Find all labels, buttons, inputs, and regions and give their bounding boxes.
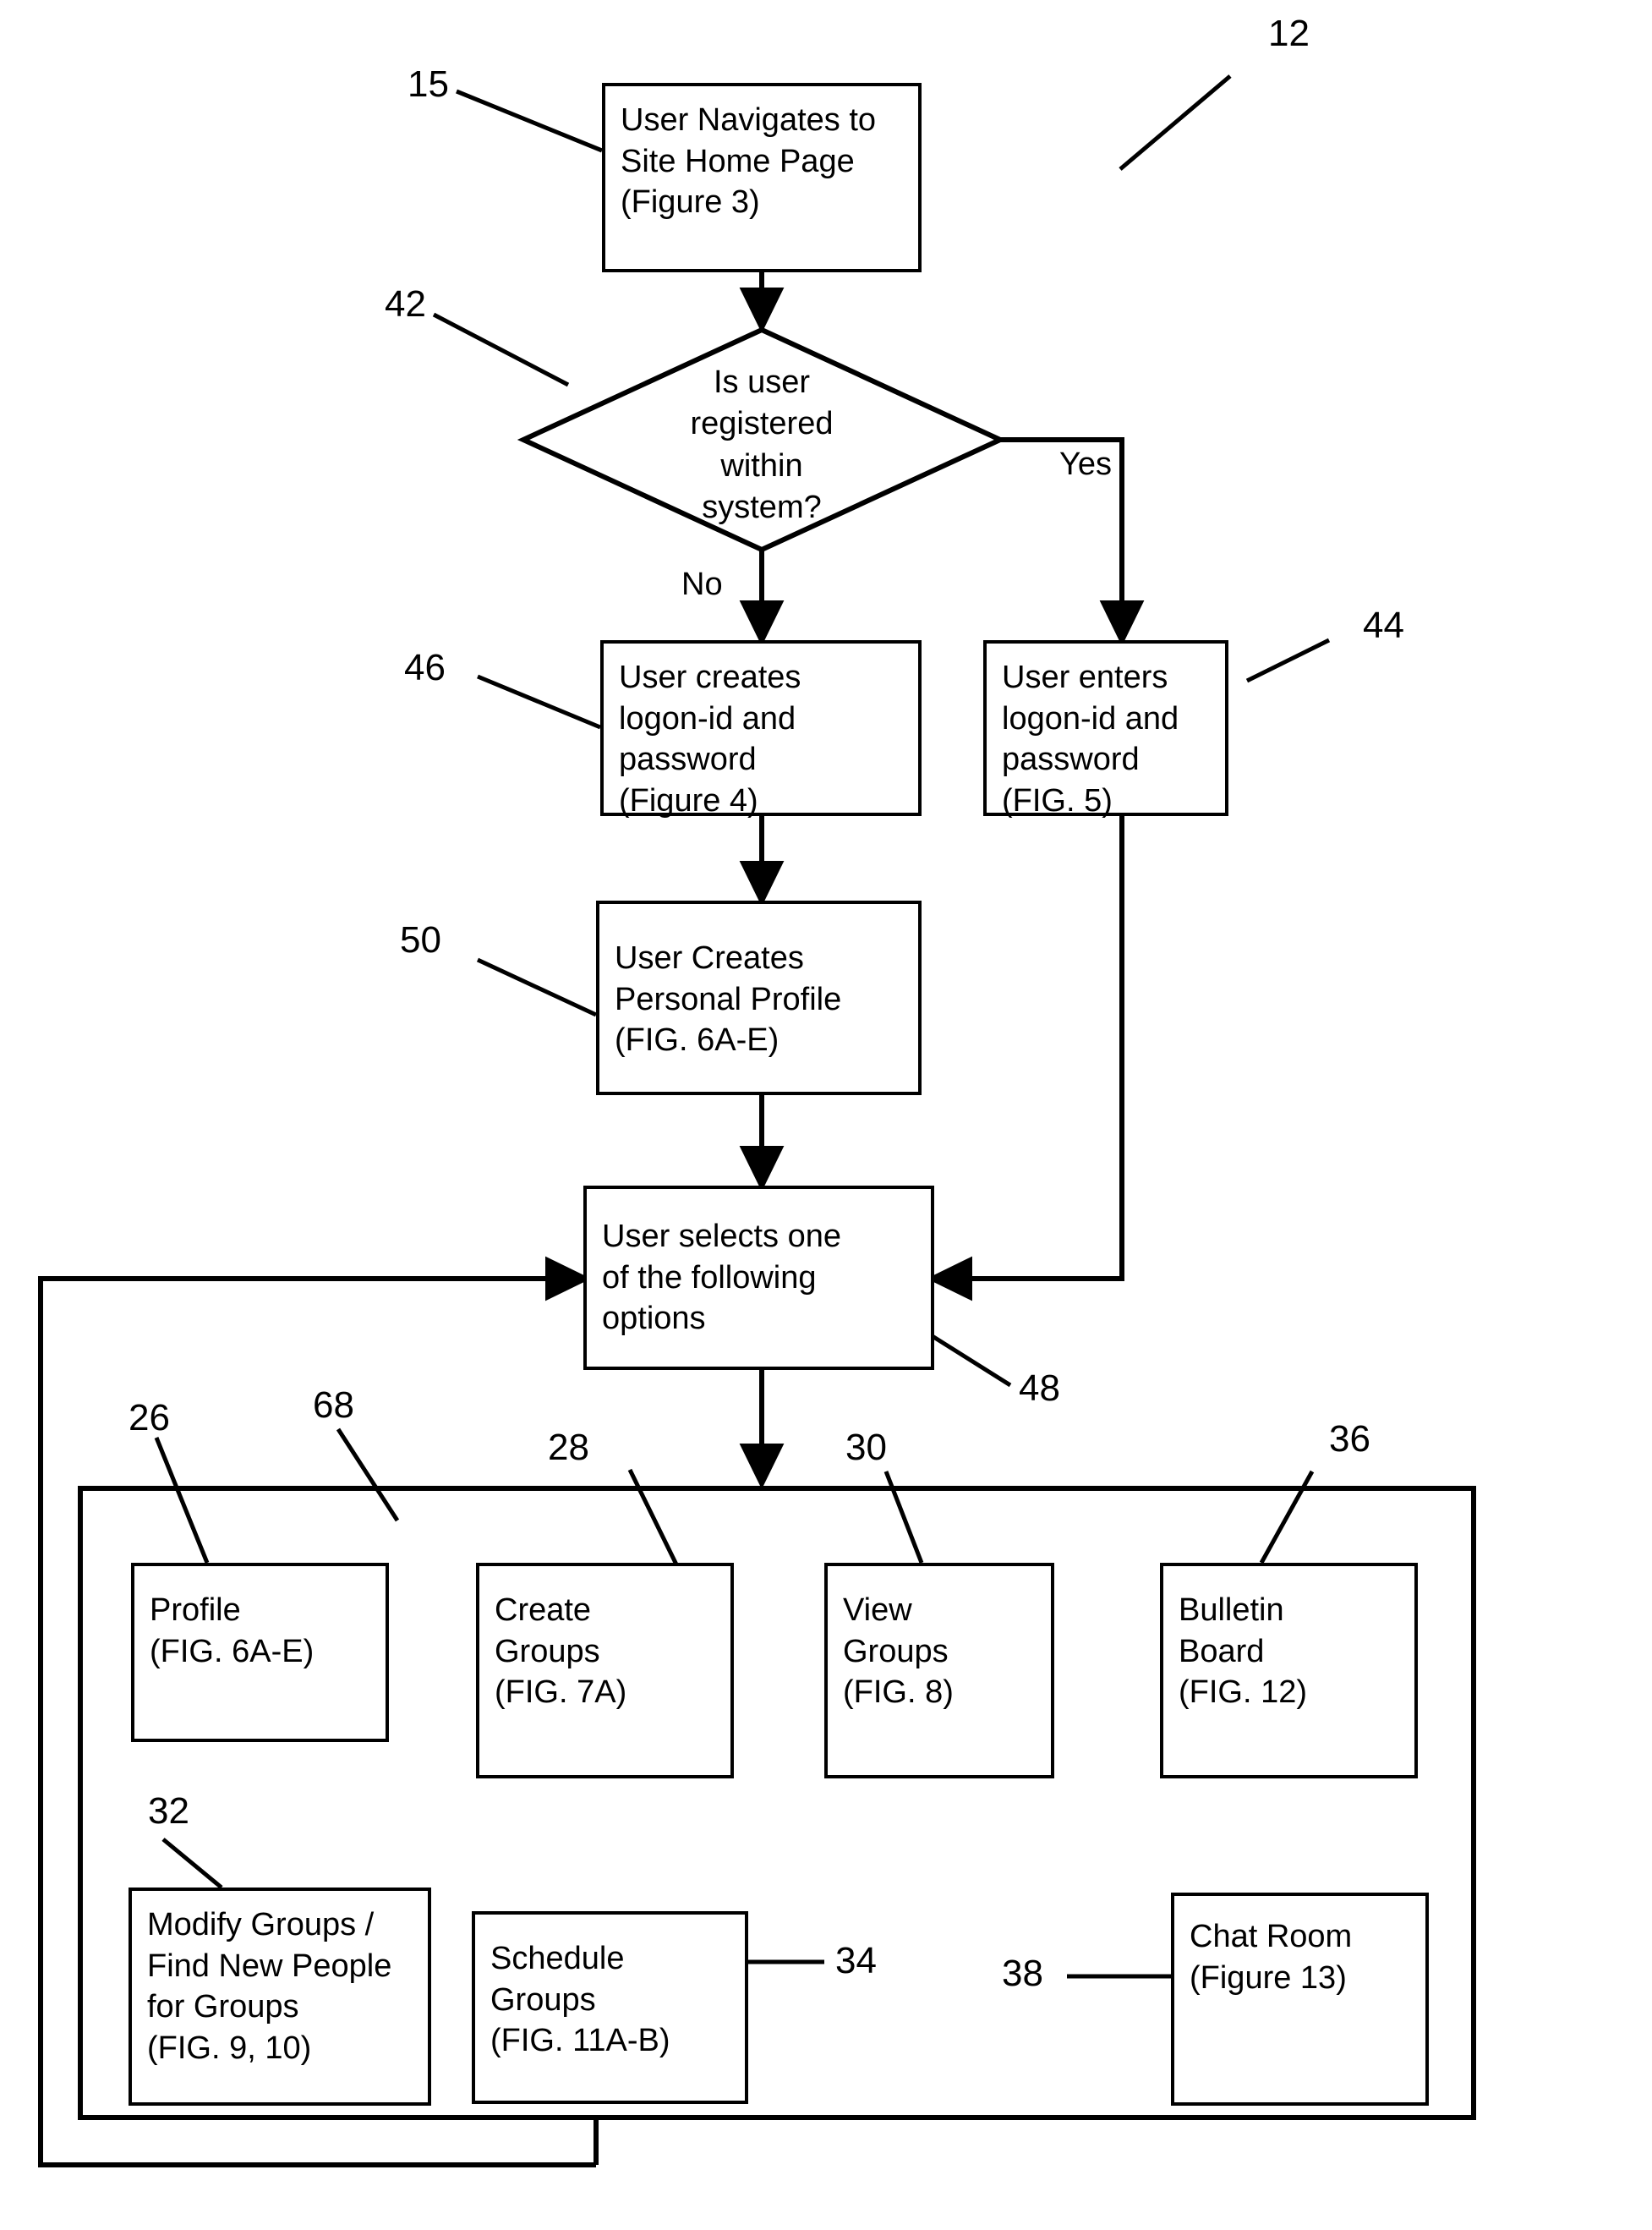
option-line: (FIG. 6A-E) <box>150 1633 315 1669</box>
option-box-profile: Profile (FIG. 6A-E) <box>131 1563 389 1742</box>
node-user-navigates-home-page: User Navigates to Site Home Page (Figure… <box>602 83 922 272</box>
leader-line-50 <box>476 957 598 1017</box>
branch-label-yes: Yes <box>1059 447 1112 482</box>
node-user-selects-options: User selects one of the following option… <box>583 1186 934 1370</box>
ref-numeral-30: 30 <box>845 1427 887 1468</box>
leader-line-26 <box>154 1437 210 1564</box>
node-line: (FIG. 6A-E) <box>615 1022 780 1059</box>
node-line: Site Home Page <box>621 143 855 179</box>
node-line: of the following <box>602 1259 817 1296</box>
node-line: User enters <box>1002 660 1168 695</box>
node-user-creates-logon: User creates logon-id and password (Figu… <box>600 640 922 819</box>
option-line: Create <box>495 1592 592 1628</box>
option-line: Bulletin <box>1179 1592 1284 1628</box>
leader-line-28 <box>627 1468 679 1566</box>
decision-line: Is user <box>713 364 811 400</box>
ref-numeral-44: 44 <box>1363 605 1404 646</box>
ref-numeral-26: 26 <box>129 1397 170 1438</box>
connector-enters-to-options <box>927 816 1124 1301</box>
node-line: password <box>619 742 757 778</box>
ref-numeral-48: 48 <box>1019 1367 1060 1409</box>
option-box-view-groups: View Groups (FIG. 8) <box>824 1563 1054 1778</box>
option-line: View <box>843 1592 912 1628</box>
option-line: (Figure 13) <box>1190 1959 1347 1996</box>
ref-numeral-42: 42 <box>385 283 426 325</box>
option-box-create-groups: Create Groups (FIG. 7A) <box>476 1563 734 1778</box>
option-line: Groups <box>843 1633 949 1669</box>
option-line: (FIG. 7A) <box>495 1674 627 1711</box>
node-line: password <box>1002 742 1140 778</box>
option-box-schedule-groups: Schedule Groups (FIG. 11A-B) <box>472 1911 748 2104</box>
ref-numeral-68: 68 <box>313 1384 354 1426</box>
node-user-creates-personal-profile: User Creates Personal Profile (FIG. 6A-E… <box>596 901 922 1095</box>
ref-numeral-46: 46 <box>404 647 446 688</box>
leader-line-32 <box>161 1838 223 1889</box>
node-line: User Creates <box>615 940 804 976</box>
node-line: (Figure 3) <box>621 184 760 221</box>
option-line: Groups <box>495 1633 600 1669</box>
option-line: (FIG. 11A-B) <box>490 2023 670 2059</box>
leader-line-44 <box>1245 638 1331 683</box>
leader-line-15 <box>456 89 603 153</box>
node-line: logon-id and <box>1002 700 1179 737</box>
leader-line-12 <box>1119 74 1232 171</box>
ref-numeral-12: 12 <box>1268 13 1310 54</box>
node-line: (Figure 4) <box>619 782 758 819</box>
option-line: Profile <box>150 1592 241 1628</box>
option-line: Chat Room <box>1190 1919 1353 1954</box>
node-line: (FIG. 5) <box>1002 782 1113 819</box>
node-line: User selects one <box>602 1219 842 1254</box>
leader-line-30 <box>883 1471 924 1564</box>
decision-line: registered <box>690 406 834 442</box>
node-line: User Navigates to <box>621 102 877 138</box>
node-line: options <box>602 1301 706 1337</box>
option-line: for Groups <box>147 1989 299 2025</box>
option-box-chat-room: Chat Room (Figure 13) <box>1171 1893 1429 2106</box>
node-line: Personal Profile <box>615 981 842 1017</box>
option-line: (FIG. 9, 10) <box>147 2030 312 2066</box>
decision-line: system? <box>702 490 822 526</box>
ref-numeral-28: 28 <box>548 1427 589 1468</box>
option-line: (FIG. 8) <box>843 1674 954 1711</box>
ref-numeral-15: 15 <box>408 63 449 105</box>
leader-line-48 <box>920 1327 1012 1388</box>
decision-diamond-label: Is user registered within system? <box>639 362 884 529</box>
option-line: Find New People <box>147 1948 392 1984</box>
option-line: Board <box>1179 1633 1265 1669</box>
option-line: Groups <box>490 1981 596 2018</box>
option-line: Schedule <box>490 1941 625 1976</box>
patent-figure-sheet: 12 User Navigates to Site Home Page (Fig… <box>0 0 1652 2230</box>
ref-numeral-34: 34 <box>835 1940 877 1981</box>
ref-numeral-32: 32 <box>148 1790 189 1832</box>
option-line: (FIG. 12) <box>1179 1674 1308 1711</box>
option-box-bulletin-board: Bulletin Board (FIG. 12) <box>1160 1563 1418 1778</box>
option-box-modify-groups: Modify Groups / Find New People for Grou… <box>129 1888 431 2106</box>
ref-numeral-38: 38 <box>1002 1953 1043 1994</box>
ref-numeral-36: 36 <box>1329 1418 1370 1460</box>
branch-label-no: No <box>681 567 723 602</box>
decision-line: within <box>720 447 803 484</box>
leader-line-68 <box>336 1427 400 1522</box>
ref-numeral-50: 50 <box>400 919 441 961</box>
leader-line-42 <box>432 312 570 387</box>
node-line: logon-id and <box>619 700 796 737</box>
node-user-enters-logon: User enters logon-id and password (FIG. … <box>983 640 1228 819</box>
leader-line-46 <box>477 674 601 730</box>
node-line: User creates <box>619 660 801 695</box>
leader-line-36 <box>1259 1470 1315 1564</box>
option-line: Modify Groups / <box>147 1907 375 1942</box>
